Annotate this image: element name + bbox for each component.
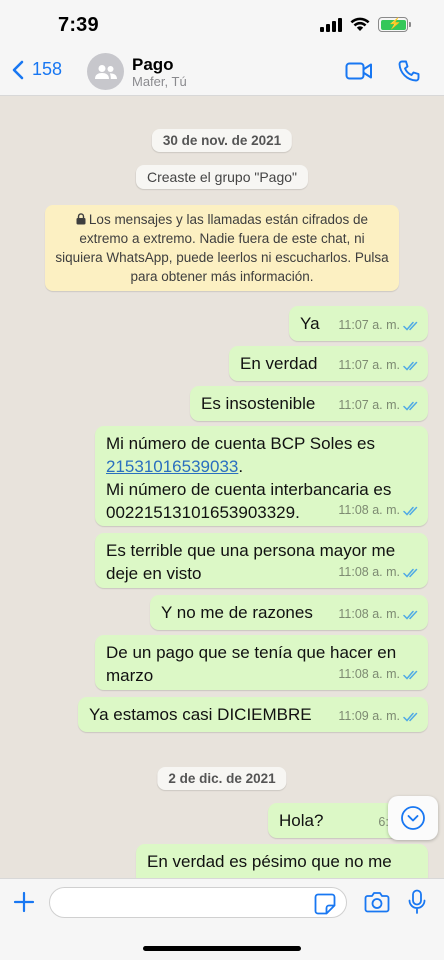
system-message: Creaste el grupo "Pago": [135, 165, 309, 189]
camera-icon[interactable]: [364, 891, 390, 913]
read-ticks-icon: [403, 401, 418, 411]
message-bubble[interactable]: En verdad es pésimo que no me: [136, 844, 428, 878]
message-input[interactable]: [49, 887, 347, 918]
message-meta: 11:07 a. m.: [338, 354, 420, 377]
message-bubble[interactable]: Y no me de razones 11:08 a. m.: [150, 595, 428, 630]
video-call-icon[interactable]: [345, 61, 373, 81]
plus-icon[interactable]: [12, 890, 36, 914]
message-time: 11:07 a. m.: [338, 398, 400, 412]
encryption-notice-text: Los mensajes y las llamadas están cifrad…: [55, 212, 389, 284]
status-bar: 7:39 ⚡: [0, 0, 444, 50]
chat-title[interactable]: Pago: [132, 55, 174, 75]
message-time: 11:07 a. m.: [338, 318, 400, 332]
message-time: 11:08 a. m.: [338, 565, 400, 579]
message-meta: 11:07 a. m.: [338, 394, 420, 417]
wifi-icon: [350, 17, 370, 31]
back-button[interactable]: 158: [12, 59, 62, 80]
unread-count: 158: [32, 59, 63, 79]
message-meta: 11:07 a. m.: [338, 314, 420, 337]
message-bubble[interactable]: En verdad 11:07 a. m.: [229, 346, 428, 381]
date-separator: 2 de dic. de 2021: [157, 767, 287, 790]
signal-icon: [320, 17, 342, 32]
message-bubble[interactable]: Es terrible que una persona mayor me dej…: [95, 533, 428, 588]
message-time: 11:08 a. m.: [338, 503, 400, 517]
sticker-icon[interactable]: [314, 893, 336, 915]
status-time: 7:39: [58, 14, 99, 36]
chat-area[interactable]: 30 de nov. de 2021 Creaste el grupo "Pag…: [0, 96, 444, 878]
chevron-left-icon: [12, 60, 24, 79]
status-icons: ⚡: [320, 17, 411, 32]
encryption-notice[interactable]: Los mensajes y las llamadas están cifrad…: [45, 205, 399, 291]
lock-icon: [76, 213, 86, 225]
message-meta: 11:08 a. m.: [338, 561, 420, 584]
message-meta: 11:08 a. m.: [338, 603, 420, 626]
read-ticks-icon: [403, 506, 418, 516]
chat-header: 158 Pago Mafer, Tú: [0, 50, 444, 96]
message-time: 11:09 a. m.: [338, 709, 400, 723]
message-bubble[interactable]: De un pago que se tenía que hacer en mar…: [95, 635, 428, 690]
message-text-line: Mi número de cuenta interbancaria es: [106, 480, 392, 499]
group-avatar[interactable]: [87, 53, 124, 90]
chat-participants[interactable]: Mafer, Tú: [132, 74, 187, 89]
message-text-line: Mi número de cuenta BCP Soles es: [106, 434, 375, 453]
read-ticks-icon: [403, 712, 418, 722]
message-meta: 11:08 a. m.: [338, 663, 420, 686]
composer-bar: [0, 878, 444, 960]
message-time: 11:08 a. m.: [338, 607, 400, 621]
message-bubble[interactable]: Ya estamos casi DICIEMBRE 11:09 a. m.: [78, 697, 428, 732]
read-ticks-icon: [403, 568, 418, 578]
message-text: En verdad es pésimo que no me: [147, 852, 392, 871]
message-time: 11:08 a. m.: [338, 667, 400, 681]
battery-icon: ⚡: [378, 17, 411, 32]
chevron-down-circle-icon: [401, 806, 425, 830]
date-separator: 30 de nov. de 2021: [151, 129, 293, 152]
message-bubble[interactable]: Es insostenible 11:07 a. m.: [190, 386, 428, 421]
group-icon: [94, 64, 117, 79]
read-ticks-icon: [403, 670, 418, 680]
message-bubble[interactable]: Ya 11:07 a. m.: [289, 306, 428, 341]
message-bubble[interactable]: Mi número de cuenta BCP Soles es 2153101…: [95, 426, 428, 526]
read-ticks-icon: [403, 610, 418, 620]
message-meta: 11:09 a. m.: [338, 705, 420, 728]
scroll-to-bottom-button[interactable]: [388, 796, 438, 840]
read-ticks-icon: [403, 361, 418, 371]
message-text-punct: .: [238, 457, 244, 476]
message-meta: 11:08 a. m.: [338, 499, 420, 522]
account-number-link[interactable]: 21531016539033: [106, 457, 238, 476]
message-time: 11:07 a. m.: [338, 358, 400, 372]
phone-call-icon[interactable]: [397, 59, 421, 83]
read-ticks-icon: [403, 321, 418, 331]
home-indicator: [143, 946, 301, 951]
microphone-icon[interactable]: [408, 889, 426, 915]
